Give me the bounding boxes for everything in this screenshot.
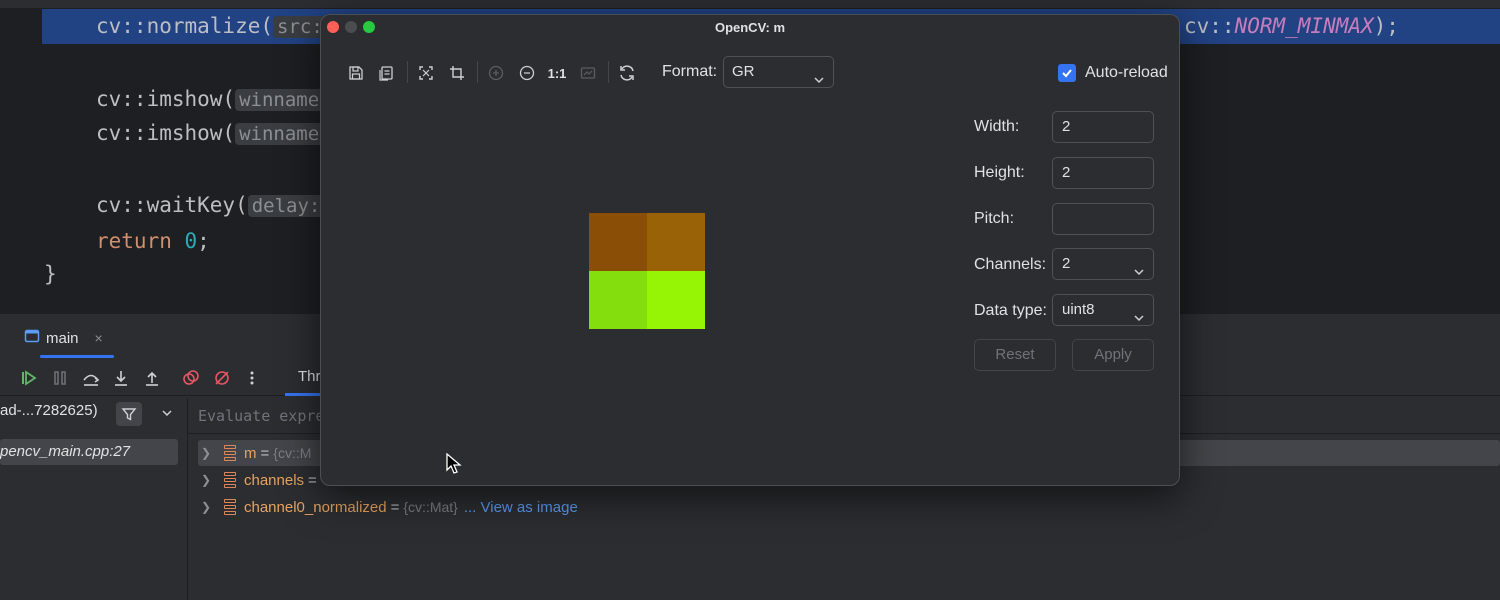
format-select[interactable]: GR	[723, 56, 834, 88]
fit-image-icon[interactable]	[578, 63, 598, 83]
image-preview[interactable]	[589, 213, 705, 329]
param-hint: winname	[235, 89, 324, 111]
auto-reload-checkbox[interactable]	[1058, 64, 1076, 82]
chevron-down-icon	[1133, 259, 1145, 289]
more-icon[interactable]	[243, 369, 261, 387]
pixel-0-1	[647, 213, 705, 271]
fit-to-screen-icon[interactable]	[416, 63, 436, 83]
param-hint: delay:	[247, 195, 325, 217]
param-hint: src:	[273, 16, 327, 38]
code-line-imshow-1[interactable]: cv::imshow(winname	[96, 84, 324, 114]
resume-icon[interactable]	[20, 369, 38, 387]
width-input[interactable]: 2	[1052, 111, 1154, 143]
toolbar-separator	[477, 61, 478, 83]
crop-icon[interactable]	[447, 63, 467, 83]
code-line-normalize-tail[interactable]: cv::NORM_MINMAX);	[1184, 11, 1399, 41]
dialog-titlebar[interactable]: OpenCV: m	[321, 15, 1179, 41]
copy-icon[interactable]	[376, 63, 396, 83]
evaluate-placeholder: Evaluate expre	[198, 407, 325, 425]
dialog-title: OpenCV: m	[714, 20, 786, 35]
apply-button[interactable]: Apply	[1072, 339, 1154, 371]
step-over-icon[interactable]	[82, 369, 100, 387]
opencv-image-viewer-dialog: OpenCV: m 1:1 Format: GR Auto-reload Wid…	[320, 14, 1180, 486]
run-config-icon	[24, 328, 40, 348]
chevron-down-icon	[813, 67, 825, 97]
pitch-label: Pitch:	[974, 210, 1015, 227]
data-type-label: Data type:	[974, 302, 1047, 319]
step-out-icon[interactable]	[143, 369, 161, 387]
format-label: Format:	[662, 63, 718, 80]
variable-icon	[224, 499, 236, 515]
chevron-right-icon[interactable]: ❯	[198, 500, 214, 514]
frames-panel: ad-...7282625) pencv_main.cpp:27	[0, 398, 188, 600]
mouse-cursor-icon	[446, 452, 462, 480]
channels-select-value: 2	[1062, 255, 1071, 272]
variable-icon	[224, 445, 236, 461]
threads-tab-indicator	[285, 393, 325, 396]
editor-top-strip	[0, 0, 1500, 8]
chevron-down-icon[interactable]	[160, 406, 174, 425]
view-as-image-link[interactable]: ... View as image	[464, 499, 578, 516]
toolbar-separator	[608, 61, 609, 83]
close-icon[interactable]: ×	[95, 330, 103, 346]
tab-active-indicator	[40, 355, 114, 358]
stack-frame-item[interactable]: pencv_main.cpp:27	[0, 439, 178, 465]
variable-row-channels[interactable]: ❯ channels =	[198, 467, 321, 493]
tab-threads[interactable]: Thr	[298, 368, 321, 385]
format-select-value: GR	[732, 63, 755, 80]
code-line-normalize[interactable]: cv::normalize(src:	[96, 11, 327, 41]
pixel-1-0	[589, 271, 647, 329]
pixel-0-0	[589, 213, 647, 271]
chevron-right-icon[interactable]: ❯	[198, 473, 214, 487]
channels-select[interactable]: 2	[1052, 248, 1154, 280]
tab-main-label: main	[46, 329, 79, 347]
chevron-down-icon	[1133, 305, 1145, 335]
code-line-waitkey[interactable]: cv::waitKey(delay:	[96, 190, 325, 220]
code-line-imshow-2[interactable]: cv::imshow(winname	[96, 118, 324, 148]
width-label: Width:	[974, 118, 1020, 135]
filter-icon[interactable]	[116, 402, 142, 426]
save-icon[interactable]	[346, 63, 366, 83]
data-type-select-value: uint8	[1062, 301, 1095, 318]
refresh-icon[interactable]	[617, 63, 637, 83]
height-input[interactable]: 2	[1052, 157, 1154, 189]
pitch-input[interactable]	[1052, 203, 1154, 235]
auto-reload-toggle[interactable]: Auto-reload	[1058, 64, 1168, 82]
actual-size-label: 1:1	[547, 65, 567, 81]
chevron-right-icon[interactable]: ❯	[198, 446, 214, 460]
channels-label: Channels:	[974, 256, 1047, 273]
reset-button[interactable]: Reset	[974, 339, 1056, 371]
variable-row-channel0-normalized[interactable]: ❯ channel0_normalized = {cv::Mat} ... Vi…	[198, 494, 578, 520]
view-breakpoints-icon[interactable]	[182, 369, 200, 387]
param-hint: winname	[235, 123, 324, 145]
height-label: Height:	[974, 164, 1025, 181]
pixel-1-1	[647, 271, 705, 329]
zoom-in-icon[interactable]	[486, 63, 506, 83]
step-into-icon[interactable]	[112, 369, 130, 387]
thread-selector[interactable]: ad-...7282625)	[0, 402, 98, 419]
data-type-select[interactable]: uint8	[1052, 294, 1154, 326]
variable-icon	[224, 472, 236, 488]
auto-reload-label: Auto-reload	[1085, 64, 1168, 81]
zoom-out-icon[interactable]	[517, 63, 537, 83]
toolbar-separator	[407, 61, 408, 83]
mute-breakpoints-icon[interactable]	[213, 369, 231, 387]
actual-size-button[interactable]: 1:1	[547, 63, 567, 83]
pause-icon[interactable]	[51, 369, 69, 387]
tab-main[interactable]: main ×	[24, 324, 103, 352]
code-line-return[interactable]: return 0;	[96, 226, 210, 256]
closing-brace: }	[44, 262, 57, 286]
